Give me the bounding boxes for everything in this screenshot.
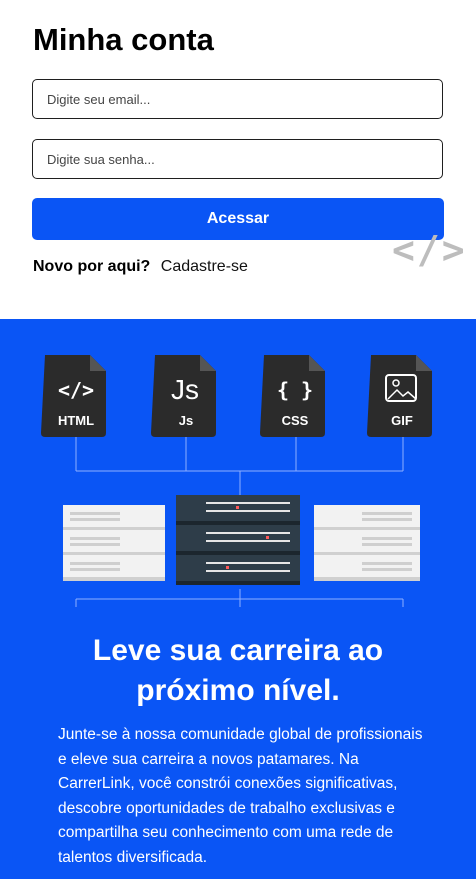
html-glyph: </> [58,378,94,402]
left-server-rack-icon [63,505,165,581]
js-file-icon: Js Js [151,355,216,437]
gif-label: GIF [391,413,413,428]
right-server-rack-icon [314,505,420,581]
server-illustration: </> HTML Js Js { } CSS GIF [41,355,432,607]
html-label: HTML [58,413,94,428]
code-brackets-icon: </> [392,228,467,272]
signup-row: Novo por aqui? Cadastre-se [33,258,248,276]
new-here-label: Novo por aqui? [33,258,151,275]
css-glyph: { } [277,378,313,402]
hero-section: </> HTML Js Js { } CSS GIF Leve sua carr… [0,319,476,879]
js-glyph: Js [171,374,199,405]
gif-file-icon: GIF [367,355,432,437]
hero-description: Junte-se à nossa comunidade global de pr… [58,726,423,866]
js-label: Js [179,413,193,428]
css-file-icon: { } CSS [260,355,325,437]
css-label: CSS [282,413,309,428]
password-field[interactable] [32,139,443,179]
email-field[interactable] [32,79,443,119]
html-file-icon: </> HTML [41,355,106,437]
central-server-rack-icon [176,495,300,585]
hero-headline-line2: próximo nível. [136,674,340,707]
hero-headline: Leve sua carreira ao próximo nível. [0,631,476,711]
page-title: Minha conta [33,22,214,57]
login-button[interactable]: Acessar [32,198,444,240]
hero-headline-line1: Leve sua carreira ao [92,634,384,667]
signup-link[interactable]: Cadastre-se [161,258,248,275]
login-section: Minha conta Acessar Novo por aqui? Cadas… [0,0,476,319]
